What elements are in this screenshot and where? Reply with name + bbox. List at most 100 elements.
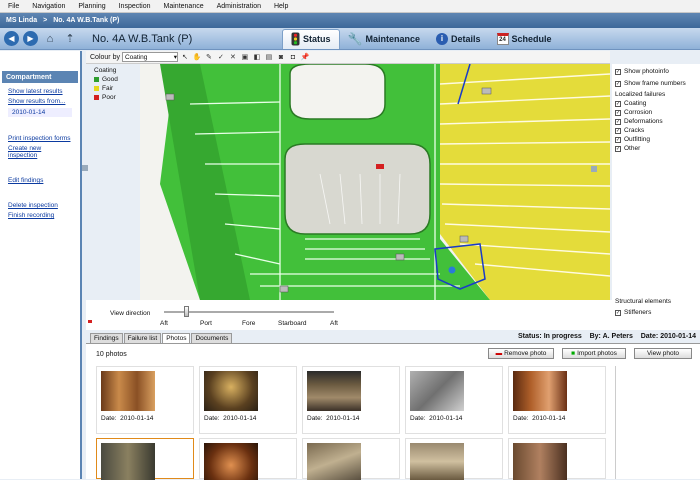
import-photos-label: Import photos	[577, 350, 617, 357]
photo-thumbnail[interactable]	[199, 438, 297, 480]
remove-photo-label: Remove photo	[504, 350, 547, 357]
menu-planning[interactable]: Planning	[78, 3, 105, 10]
photo-grid: Date: 2010-01-14 Date: 2010-01-14 Date: …	[96, 366, 616, 480]
import-photos-button[interactable]: ■ Import photos	[562, 348, 626, 359]
link-show-results-from[interactable]: Show results from...	[0, 97, 80, 106]
link-print-inspection-forms[interactable]: Print inspection forms	[0, 134, 80, 143]
checkbox-stiffeners[interactable]: ✓ Stiffeners	[612, 308, 651, 317]
cross-icon[interactable]: ✕	[228, 52, 238, 62]
view-direction-slider[interactable]	[184, 306, 190, 317]
tab-details-label: Details	[450, 33, 481, 44]
up-level-icon: ⇡	[65, 33, 75, 45]
menu-administration[interactable]: Administration	[217, 3, 261, 10]
photo-thumbnail[interactable]	[405, 438, 503, 480]
checkbox-label: Show frame numbers	[624, 80, 686, 87]
plus-icon: ■	[571, 350, 576, 357]
menu-file[interactable]: File	[8, 3, 19, 10]
picture-icon[interactable]: ▣	[240, 52, 250, 62]
checkbox-cracks[interactable]: ✓ Cracks	[612, 126, 700, 135]
camera-add-icon[interactable]: ◘	[288, 52, 298, 62]
checkbox-show-frame-numbers[interactable]: ✓ Show frame numbers	[612, 79, 700, 88]
photo-thumbnail[interactable]: Date: 2010-01-14	[405, 366, 503, 434]
photo-thumbnail[interactable]	[302, 438, 400, 480]
menu-maintenance[interactable]: Maintenance	[164, 3, 204, 10]
camera-icon[interactable]: ◙	[276, 52, 286, 62]
forward-button[interactable]: ▶	[23, 31, 38, 46]
tab-status[interactable]: Status	[282, 28, 340, 49]
photo-image	[513, 371, 567, 411]
view-photo-button[interactable]: View photo	[634, 348, 692, 359]
link-create-new-inspection[interactable]: Create new inspection	[0, 144, 80, 160]
photo-image	[101, 371, 155, 411]
tab-photos[interactable]: Photos	[162, 333, 191, 343]
by-label: By:	[589, 333, 601, 340]
checkbox-show-photoinfo[interactable]: ✓ Show photoinfo	[612, 67, 700, 76]
hand-icon[interactable]: ✋	[192, 52, 202, 62]
checkbox-coating[interactable]: ✓ Coating	[612, 99, 700, 108]
link-finish-recording[interactable]: Finish recording	[0, 211, 80, 220]
photo-date: Date: 2010-01-14	[513, 415, 566, 422]
tab-maintenance[interactable]: 🔧 Maintenance	[340, 29, 428, 49]
app-name[interactable]: MS Linda	[6, 17, 37, 24]
menu-help[interactable]: Help	[274, 3, 288, 10]
sidebar: Compartment Show latest results Show res…	[0, 51, 82, 479]
arrow-left-icon: ◀	[8, 34, 15, 43]
selected-date[interactable]: 2010-01-14	[8, 108, 72, 117]
pin-icon[interactable]: 📌	[300, 52, 310, 62]
tab-schedule[interactable]: 24 Schedule	[489, 29, 560, 49]
view-direction-control: View direction Aft Port Fore Starboard A…	[86, 300, 612, 330]
checkbox-corrosion[interactable]: ✓ Corrosion	[612, 108, 700, 117]
tab-schedule-label: Schedule	[511, 33, 552, 44]
remove-photo-button[interactable]: ▬ Remove photo	[488, 348, 554, 359]
checkmark-icon: ✓	[615, 109, 621, 116]
home-button[interactable]: ⌂	[42, 31, 58, 47]
cube-icon[interactable]: ▤	[264, 52, 274, 62]
checkmark-icon: ✓	[615, 136, 621, 143]
tab-findings[interactable]: Findings	[90, 333, 123, 343]
pen-icon[interactable]: ✎	[204, 52, 214, 62]
checkbox-deformations[interactable]: ✓ Deformations	[612, 117, 700, 126]
checkbox-outfitting[interactable]: ✓ Outfitting	[612, 135, 700, 144]
breadcrumb-location[interactable]: No. 4A W.B.Tank (P)	[53, 17, 119, 24]
right-scroll-handle[interactable]	[591, 166, 597, 172]
menu-inspection[interactable]: Inspection	[119, 3, 151, 10]
photo-thumbnail[interactable]: Date: 2010-01-14	[508, 366, 606, 434]
up-button[interactable]: ⇡	[62, 31, 78, 47]
tab-details[interactable]: i Details	[428, 29, 489, 49]
status-value: In progress	[543, 333, 582, 340]
box-icon[interactable]: ◧	[252, 52, 262, 62]
localized-failures-title: Localized failures	[615, 91, 666, 98]
legend-item-poor: Poor	[88, 93, 140, 102]
legend-label-good: Good	[102, 76, 118, 83]
photo-thumbnail[interactable]: Date: 2010-01-14	[302, 366, 400, 434]
checkbox-label: Deformations	[624, 118, 663, 125]
photo-thumbnail[interactable]: Date: 2010-01-14	[96, 366, 194, 434]
photo-thumbnail-selected[interactable]	[96, 438, 194, 480]
link-show-latest-results[interactable]: Show latest results	[0, 87, 80, 96]
chevron-down-icon: ▾	[173, 54, 177, 61]
legend-label-poor: Poor	[102, 94, 116, 101]
photo-thumbnail[interactable]: Date: 2010-01-14	[199, 366, 297, 434]
photo-date: Date: 2010-01-14	[101, 415, 154, 422]
checkmark-icon: ✓	[615, 145, 621, 152]
legend-title: Coating	[94, 67, 117, 74]
back-button[interactable]: ◀	[4, 31, 19, 46]
link-edit-findings[interactable]: Edit findings	[0, 176, 80, 185]
pointer-icon[interactable]: ↖	[180, 52, 190, 62]
colour-by-select[interactable]: Coating ▾	[121, 52, 178, 62]
photo-image	[307, 443, 361, 480]
link-delete-inspection[interactable]: Delete inspection	[0, 201, 80, 210]
checkbox-other[interactable]: ✓ Other	[612, 144, 700, 153]
photo-thumbnail[interactable]	[508, 438, 606, 480]
home-icon: ⌂	[46, 32, 54, 45]
left-scroll-handle[interactable]: ​	[82, 165, 88, 171]
tank-3d-view[interactable]	[140, 64, 610, 300]
photo-image	[410, 443, 464, 480]
check-icon[interactable]: ✓	[216, 52, 226, 62]
tab-failure-list[interactable]: Failure list	[123, 333, 162, 343]
checkbox-label: Other	[624, 145, 641, 152]
tab-documents[interactable]: Documents	[191, 333, 233, 343]
view-direction-track[interactable]	[164, 311, 334, 313]
checkmark-icon: ✓	[615, 68, 621, 75]
menu-navigation[interactable]: Navigation	[32, 3, 65, 10]
